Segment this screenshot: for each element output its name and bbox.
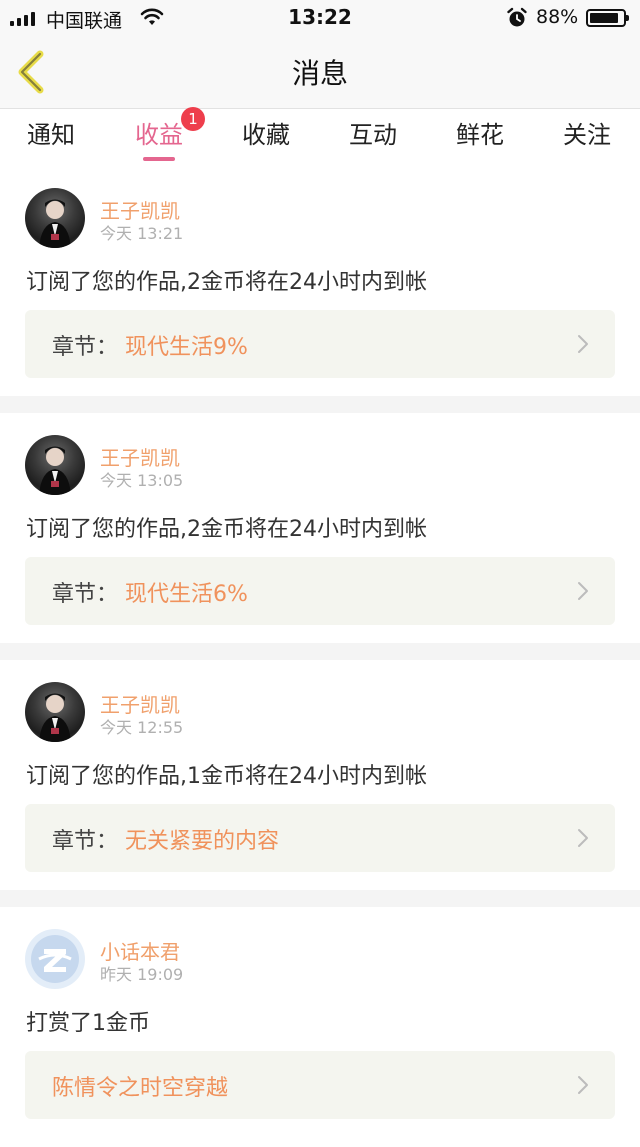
page-title: 消息 xyxy=(291,57,348,90)
chapter-link[interactable]: 章节： 现代生活9% xyxy=(25,310,615,378)
tab-label: 互动 xyxy=(349,121,397,149)
divider xyxy=(0,643,640,660)
message-list: 王子凯凯 今天 13:21 订阅了您的作品,2金币将在24小时内到帐 章节： 现… xyxy=(0,166,640,1147)
chapter-title: 现代生活6% xyxy=(125,582,248,607)
message-text: 打赏了1金币 xyxy=(26,1011,150,1036)
tab-label: 收藏 xyxy=(242,121,290,149)
tab-bar: 通知 收益 1 收藏 互动 鲜花 关注 xyxy=(0,107,640,165)
message-card: 王子凯凯 今天 13:21 订阅了您的作品,2金币将在24小时内到帐 章节： 现… xyxy=(0,166,640,396)
tab-favorites[interactable]: 收藏 xyxy=(216,115,316,150)
chevron-right-icon xyxy=(578,829,588,847)
avatar[interactable] xyxy=(25,929,85,989)
chevron-right-icon xyxy=(578,335,588,353)
tab-label: 鲜花 xyxy=(456,121,504,149)
message-text: 订阅了您的作品,2金币将在24小时内到帐 xyxy=(26,517,427,542)
person-icon xyxy=(39,693,71,742)
chapter-label: 章节： xyxy=(52,582,119,607)
active-tab-indicator xyxy=(143,157,175,161)
message-text: 订阅了您的作品,1金币将在24小时内到帐 xyxy=(26,764,427,789)
chapter-label: 章节： xyxy=(52,829,119,854)
chevron-right-icon xyxy=(578,582,588,600)
tab-earnings[interactable]: 收益 1 xyxy=(109,107,209,161)
work-link[interactable]: 陈情令之时空穿越 xyxy=(25,1051,615,1119)
battery-percent: 88% xyxy=(536,6,579,28)
alarm-icon xyxy=(507,7,527,27)
person-icon xyxy=(39,446,71,495)
tab-label: 关注 xyxy=(563,121,611,149)
avatar[interactable] xyxy=(25,435,85,495)
chapter-link[interactable]: 章节： 无关紧要的内容 xyxy=(25,804,615,872)
avatar[interactable] xyxy=(25,682,85,742)
timestamp: 今天 13:05 xyxy=(100,471,184,490)
message-text: 订阅了您的作品,2金币将在24小时内到帐 xyxy=(26,270,427,295)
chapter-title: 现代生活9% xyxy=(125,335,248,360)
person-icon xyxy=(39,199,71,248)
message-card: 王子凯凯 今天 13:05 订阅了您的作品,2金币将在24小时内到帐 章节： 现… xyxy=(0,413,640,643)
status-bar: 中国联通 13:22 88% xyxy=(0,0,640,36)
avatar[interactable] xyxy=(25,188,85,248)
chapter-link[interactable]: 章节： 现代生活6% xyxy=(25,557,615,625)
navigation-bar: 消息 xyxy=(0,36,640,109)
chapter-label: 章节： xyxy=(52,335,119,360)
work-title: 陈情令之时空穿越 xyxy=(52,1076,229,1101)
tab-interactions[interactable]: 互动 xyxy=(323,115,423,150)
tab-following[interactable]: 关注 xyxy=(537,115,637,150)
timestamp: 昨天 19:09 xyxy=(100,965,184,984)
chevron-right-icon xyxy=(578,1076,588,1094)
tab-flowers[interactable]: 鲜花 xyxy=(430,115,530,150)
timestamp: 今天 12:55 xyxy=(100,718,184,737)
unread-badge: 1 xyxy=(181,107,205,131)
divider xyxy=(0,890,640,907)
tab-label: 通知 xyxy=(27,121,75,149)
message-card: 王子凯凯 今天 12:55 订阅了您的作品,1金币将在24小时内到帐 章节： 无… xyxy=(0,660,640,890)
divider xyxy=(0,396,640,413)
timestamp: 今天 13:21 xyxy=(100,224,184,243)
default-avatar-icon xyxy=(31,935,79,983)
tab-label: 收益 xyxy=(135,121,183,149)
chapter-title: 无关紧要的内容 xyxy=(125,829,280,854)
message-card: 小话本君 昨天 19:09 打赏了1金币 陈情令之时空穿越 xyxy=(0,907,640,1147)
tab-notifications[interactable]: 通知 xyxy=(1,115,101,150)
battery-icon xyxy=(586,9,629,27)
